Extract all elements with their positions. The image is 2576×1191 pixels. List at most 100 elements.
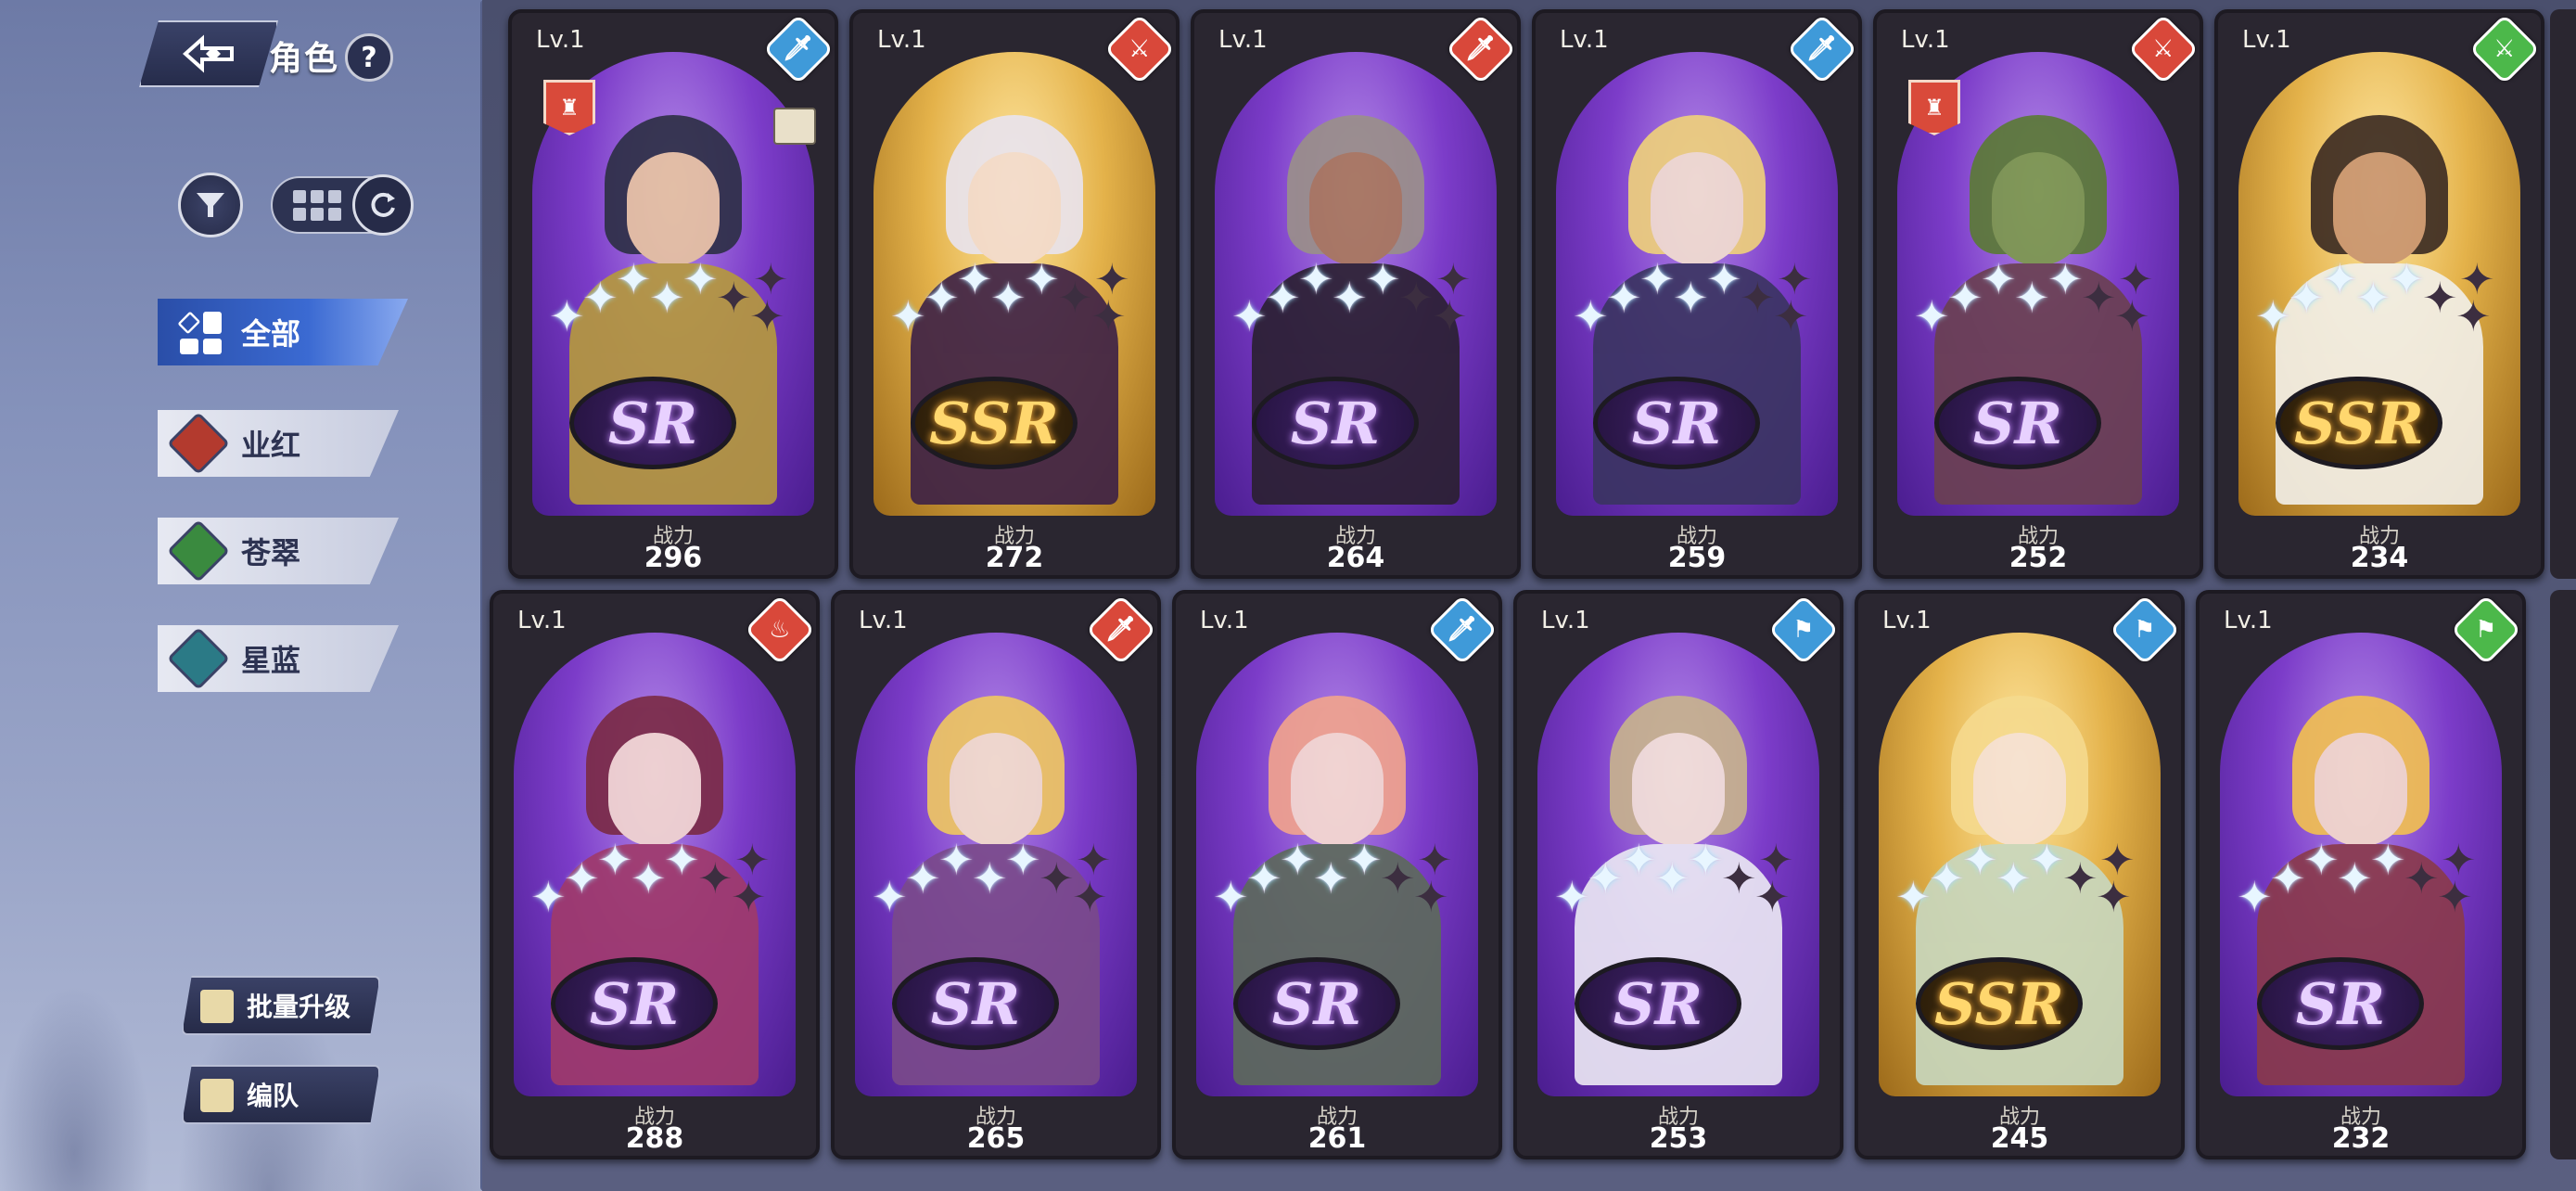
sword-icon: ⚔ (1129, 35, 1151, 63)
character-card[interactable]: Lv.1 🗡 ✦ ✦ ✦ ✦ ✦ ✦ ✦ ✦ SR 战力 261 (1172, 590, 1502, 1159)
batch-upgrade-button[interactable]: 批量升级 (182, 976, 380, 1035)
star-icon: ✦ (1706, 254, 1742, 304)
star-icon: ✦ (2441, 835, 2477, 885)
star-icon: ✦ (1280, 835, 1316, 885)
view-toggle[interactable] (271, 174, 414, 236)
star-icon: ✦ (2237, 872, 2273, 922)
refresh-button[interactable] (352, 174, 414, 236)
character-card[interactable]: Lv.1 ⚑ ✦ ✦ ✦ ✦ ✦ ✦ ✦ ✦ SR 战力 232 (2196, 590, 2526, 1159)
star-rating: ✦ ✦ ✦ ✦ ✦ ✦ ✦ ✦ (1906, 258, 2166, 341)
card-level: Lv.1 (517, 607, 567, 634)
star-icon: ✦ (2014, 273, 2050, 323)
star-icon: ✦ (2289, 273, 2325, 323)
character-card[interactable]: Lv.1 ♨ ✦ ✦ ✦ ✦ ✦ ✦ ✦ ✦ SR 战力 288 (490, 590, 820, 1159)
star-icon: ✦ (2062, 853, 2098, 903)
character-card[interactable]: Lv.1 🗡 ✦ ✦ ✦ ✦ ✦ ✦ ✦ ✦ SR 战力 259 (1532, 9, 1862, 579)
category-label: 业红 (241, 428, 301, 463)
back-button[interactable] (139, 20, 278, 87)
element-badge: 🗡 (1786, 13, 1858, 85)
back-arrow-icon (182, 34, 234, 73)
star-icon: ✦ (1380, 853, 1416, 903)
rarity-badge: SSR (1916, 957, 2083, 1050)
flame-icon: ♨ (769, 616, 791, 644)
sword-icon: ⚔ (2493, 35, 2516, 63)
character-card[interactable]: Lv.1 🗡 ✦ ✦ ✦ ✦ ✦ ✦ ✦ ✦ SR 战力 265 (831, 590, 1161, 1159)
card-level: Lv.1 (2224, 607, 2273, 634)
star-icon: ✦ (682, 254, 719, 304)
star-icon: ✦ (1740, 273, 1776, 323)
runner-icon: ⚑ (2134, 616, 2156, 644)
runner-icon: ⚑ (2475, 616, 2497, 644)
power-value: 264 (1326, 542, 1385, 574)
star-icon: ✦ (1398, 273, 1435, 323)
star-icon: ✦ (1588, 853, 1624, 903)
partial-card[interactable] (2550, 590, 2576, 1159)
element-badge: ⚑ (2109, 594, 2181, 666)
element-badge: ⚔ (1103, 13, 1176, 85)
star-icon: ✦ (872, 872, 908, 922)
star-icon: ✦ (631, 853, 667, 903)
character-card[interactable]: Lv.1 ⚑ ✦ ✦ ✦ ✦ ✦ ✦ ✦ ✦ SSR 战力 245 (1855, 590, 2185, 1159)
face (950, 733, 1042, 846)
face (968, 152, 1061, 265)
card-level: Lv.1 (1200, 607, 1249, 634)
character-card[interactable]: Lv.1 ⚔ ✦ ✦ ✦ ✦ ✦ ✦ ✦ ✦ SR 战力 252 ♜ (1873, 9, 2203, 579)
refresh-icon (371, 192, 395, 217)
card-level: Lv.1 (1901, 26, 1950, 54)
category-all[interactable]: 全部 (158, 299, 408, 365)
character-card[interactable]: Lv.1 ⚔ ✦ ✦ ✦ ✦ ✦ ✦ ✦ ✦ SSR 战力 234 (2214, 9, 2544, 579)
star-icon: ✦ (2255, 291, 2291, 341)
formation-button[interactable]: 编队 (182, 1065, 380, 1124)
element-badge: 🗡 (1426, 594, 1498, 666)
blue-gem-icon (167, 627, 230, 690)
character-card[interactable]: Lv.1 ⚑ ✦ ✦ ✦ ✦ ✦ ✦ ✦ ✦ SR 战力 253 (1513, 590, 1843, 1159)
power-value: 296 (644, 542, 703, 574)
rarity-badge: SR (1233, 957, 1400, 1050)
power-value: 288 (625, 1122, 684, 1155)
star-icon: ✦ (924, 273, 960, 323)
category-blue[interactable]: 星蓝 (158, 625, 399, 692)
partial-card[interactable] (2550, 9, 2576, 579)
star-icon: ✦ (1996, 853, 2032, 903)
star-rating: ✦ ✦ ✦ ✦ ✦ ✦ ✦ ✦ (1565, 258, 1825, 341)
star-icon: ✦ (972, 853, 1008, 903)
power-value: 265 (966, 1122, 1026, 1155)
star-rating: ✦ ✦ ✦ ✦ ✦ ✦ ✦ ✦ (1547, 839, 1806, 922)
funnel-icon (197, 193, 224, 217)
star-rating: ✦ ✦ ✦ ✦ ✦ ✦ ✦ ✦ (2248, 258, 2507, 341)
star-icon: ✦ (1962, 835, 1998, 885)
star-icon: ✦ (1094, 254, 1130, 304)
character-card[interactable]: Lv.1 🗡 ✦ ✦ ✦ ✦ ✦ ✦ ✦ ✦ SR 战力 264 (1191, 9, 1521, 579)
sidebar: 角色 ? 全部 业红 苍翠 星蓝 批量升级 编队 (0, 0, 501, 1191)
category-red[interactable]: 业红 (158, 410, 399, 477)
help-button[interactable]: ? (345, 33, 393, 82)
dagger-icon: 🗡 (1447, 615, 1478, 644)
grid-view-icon[interactable] (293, 189, 341, 221)
dagger-icon: 🗡 (1105, 615, 1137, 644)
category-green[interactable]: 苍翠 (158, 518, 399, 584)
star-icon: ✦ (1265, 273, 1301, 323)
star-icon: ✦ (2029, 835, 2065, 885)
power-value: 253 (1649, 1122, 1708, 1155)
star-icon: ✦ (1621, 835, 1657, 885)
star-icon: ✦ (716, 273, 752, 323)
runner-icon: ⚑ (1792, 616, 1815, 644)
star-icon: ✦ (697, 853, 733, 903)
page-title: 角色 (269, 40, 340, 78)
star-icon: ✦ (1777, 254, 1813, 304)
scroll-icon (773, 108, 816, 145)
category-label: 星蓝 (241, 643, 301, 678)
face (2315, 733, 2407, 846)
red-gem-icon (167, 412, 230, 475)
star-icon: ✦ (1758, 835, 1794, 885)
formation-label: 编队 (247, 1081, 300, 1111)
face (1291, 733, 1384, 846)
star-icon: ✦ (1573, 291, 1609, 341)
dagger-icon: 🗡 (1465, 34, 1497, 63)
element-badge: ⚔ (2127, 13, 2200, 85)
filter-button[interactable] (178, 173, 243, 237)
star-icon: ✦ (1981, 254, 2017, 304)
character-card[interactable]: Lv.1 🗡 ✦ ✦ ✦ ✦ ✦ ✦ ✦ ✦ SR 战力 296 ♜ (508, 9, 838, 579)
character-card[interactable]: Lv.1 ⚔ ✦ ✦ ✦ ✦ ✦ ✦ ✦ ✦ SSR 战力 272 (849, 9, 1180, 579)
card-level: Lv.1 (536, 26, 585, 54)
